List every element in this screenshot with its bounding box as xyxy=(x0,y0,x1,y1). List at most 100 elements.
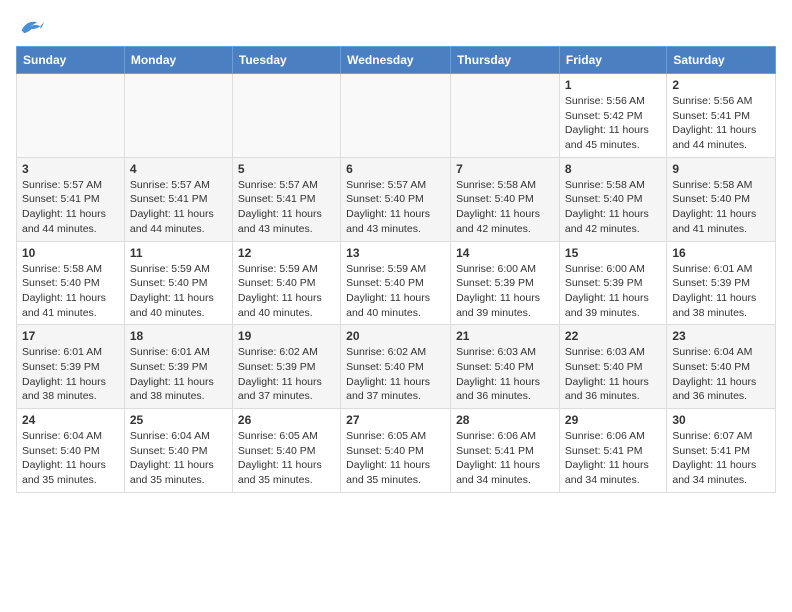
day-cell: 9 Sunrise: 5:58 AM Sunset: 5:40 PM Daylig… xyxy=(667,157,776,241)
header-cell-thursday: Thursday xyxy=(451,47,560,74)
day-cell: 11 Sunrise: 5:59 AM Sunset: 5:40 PM Dayli… xyxy=(124,241,232,325)
day-info: Sunrise: 6:03 AM Sunset: 5:40 PM Dayligh… xyxy=(456,345,554,404)
day-number: 12 xyxy=(238,246,335,260)
day-cell: 16 Sunrise: 6:01 AM Sunset: 5:39 PM Dayli… xyxy=(667,241,776,325)
day-info: Sunrise: 6:00 AM Sunset: 5:39 PM Dayligh… xyxy=(456,262,554,321)
header-cell-tuesday: Tuesday xyxy=(232,47,340,74)
header-cell-wednesday: Wednesday xyxy=(341,47,451,74)
week-row-3: 10 Sunrise: 5:58 AM Sunset: 5:40 PM Dayli… xyxy=(17,241,776,325)
day-info: Sunrise: 6:04 AM Sunset: 5:40 PM Dayligh… xyxy=(130,429,227,488)
day-info: Sunrise: 5:57 AM Sunset: 5:41 PM Dayligh… xyxy=(238,178,335,237)
day-number: 29 xyxy=(565,413,661,427)
day-info: Sunrise: 5:57 AM Sunset: 5:40 PM Dayligh… xyxy=(346,178,445,237)
day-cell: 8Sunrise: 5:58 AM Sunset: 5:40 PM Daylig… xyxy=(559,157,666,241)
day-number: 5 xyxy=(238,162,335,176)
day-number: 1 xyxy=(565,78,661,92)
day-cell: 30 Sunrise: 6:07 AM Sunset: 5:41 PM Dayli… xyxy=(667,409,776,493)
day-number: 22 xyxy=(565,329,661,343)
day-number: 16 xyxy=(672,246,770,260)
day-number: 9 xyxy=(672,162,770,176)
day-info: Sunrise: 5:57 AM Sunset: 5:41 PM Dayligh… xyxy=(22,178,119,237)
day-info: Sunrise: 5:58 AM Sunset: 5:40 PM Dayligh… xyxy=(456,178,554,237)
day-cell: 23 Sunrise: 6:04 AM Sunset: 5:40 PM Dayli… xyxy=(667,325,776,409)
calendar-table: SundayMondayTuesdayWednesdayThursdayFrid… xyxy=(16,46,776,493)
day-info: Sunrise: 6:05 AM Sunset: 5:40 PM Dayligh… xyxy=(346,429,445,488)
day-info: Sunrise: 6:00 AM Sunset: 5:39 PM Dayligh… xyxy=(565,262,661,321)
header-cell-sunday: Sunday xyxy=(17,47,125,74)
day-info: Sunrise: 6:01 AM Sunset: 5:39 PM Dayligh… xyxy=(130,345,227,404)
day-info: Sunrise: 6:03 AM Sunset: 5:40 PM Dayligh… xyxy=(565,345,661,404)
day-number: 3 xyxy=(22,162,119,176)
day-info: Sunrise: 5:59 AM Sunset: 5:40 PM Dayligh… xyxy=(130,262,227,321)
day-info: Sunrise: 6:07 AM Sunset: 5:41 PM Dayligh… xyxy=(672,429,770,488)
header-cell-saturday: Saturday xyxy=(667,47,776,74)
day-cell: 18 Sunrise: 6:01 AM Sunset: 5:39 PM Dayli… xyxy=(124,325,232,409)
day-cell: 26 Sunrise: 6:05 AM Sunset: 5:40 PM Dayli… xyxy=(232,409,340,493)
day-info: Sunrise: 5:56 AM Sunset: 5:42 PM Dayligh… xyxy=(565,94,661,153)
day-number: 26 xyxy=(238,413,335,427)
day-info: Sunrise: 5:58 AM Sunset: 5:40 PM Dayligh… xyxy=(565,178,661,237)
day-number: 10 xyxy=(22,246,119,260)
week-row-5: 24 Sunrise: 6:04 AM Sunset: 5:40 PM Dayli… xyxy=(17,409,776,493)
day-cell: 7 Sunrise: 5:58 AM Sunset: 5:40 PM Daylig… xyxy=(451,157,560,241)
day-info: Sunrise: 5:57 AM Sunset: 5:41 PM Dayligh… xyxy=(130,178,227,237)
day-info: Sunrise: 5:56 AM Sunset: 5:41 PM Dayligh… xyxy=(672,94,770,153)
day-info: Sunrise: 6:06 AM Sunset: 5:41 PM Dayligh… xyxy=(565,429,661,488)
week-row-4: 17Sunrise: 6:01 AM Sunset: 5:39 PM Dayli… xyxy=(17,325,776,409)
day-cell: 24 Sunrise: 6:04 AM Sunset: 5:40 PM Dayli… xyxy=(17,409,125,493)
day-number: 15 xyxy=(565,246,661,260)
day-cell: 15 Sunrise: 6:00 AM Sunset: 5:39 PM Dayli… xyxy=(559,241,666,325)
day-number: 4 xyxy=(130,162,227,176)
day-info: Sunrise: 6:01 AM Sunset: 5:39 PM Dayligh… xyxy=(22,345,119,404)
week-row-2: 3 Sunrise: 5:57 AM Sunset: 5:41 PM Daylig… xyxy=(17,157,776,241)
day-number: 23 xyxy=(672,329,770,343)
day-cell: 19 Sunrise: 6:02 AM Sunset: 5:39 PM Dayli… xyxy=(232,325,340,409)
day-number: 25 xyxy=(130,413,227,427)
day-info: Sunrise: 6:02 AM Sunset: 5:40 PM Dayligh… xyxy=(346,345,445,404)
day-info: Sunrise: 6:01 AM Sunset: 5:39 PM Dayligh… xyxy=(672,262,770,321)
day-cell: 13Sunrise: 5:59 AM Sunset: 5:40 PM Dayli… xyxy=(341,241,451,325)
day-cell: 20Sunrise: 6:02 AM Sunset: 5:40 PM Dayli… xyxy=(341,325,451,409)
day-cell: 6 Sunrise: 5:57 AM Sunset: 5:40 PM Daylig… xyxy=(341,157,451,241)
day-cell: 22 Sunrise: 6:03 AM Sunset: 5:40 PM Dayli… xyxy=(559,325,666,409)
day-info: Sunrise: 5:58 AM Sunset: 5:40 PM Dayligh… xyxy=(672,178,770,237)
day-cell: 21 Sunrise: 6:03 AM Sunset: 5:40 PM Dayli… xyxy=(451,325,560,409)
day-number: 7 xyxy=(456,162,554,176)
day-cell: 17Sunrise: 6:01 AM Sunset: 5:39 PM Dayli… xyxy=(17,325,125,409)
day-cell: 2 Sunrise: 5:56 AM Sunset: 5:41 PM Daylig… xyxy=(667,74,776,158)
header-row: SundayMondayTuesdayWednesdayThursdayFrid… xyxy=(17,47,776,74)
day-cell: 29 Sunrise: 6:06 AM Sunset: 5:41 PM Dayli… xyxy=(559,409,666,493)
day-number: 2 xyxy=(672,78,770,92)
calendar-body: 1 Sunrise: 5:56 AM Sunset: 5:42 PM Daylig… xyxy=(17,74,776,493)
day-number: 30 xyxy=(672,413,770,427)
day-cell xyxy=(451,74,560,158)
day-number: 18 xyxy=(130,329,227,343)
day-number: 24 xyxy=(22,413,119,427)
day-info: Sunrise: 6:05 AM Sunset: 5:40 PM Dayligh… xyxy=(238,429,335,488)
logo xyxy=(16,16,48,38)
day-number: 19 xyxy=(238,329,335,343)
day-number: 13 xyxy=(346,246,445,260)
day-info: Sunrise: 6:04 AM Sunset: 5:40 PM Dayligh… xyxy=(672,345,770,404)
header-cell-friday: Friday xyxy=(559,47,666,74)
header xyxy=(16,16,776,38)
logo-bird-icon xyxy=(16,16,44,38)
day-cell: 4 Sunrise: 5:57 AM Sunset: 5:41 PM Daylig… xyxy=(124,157,232,241)
day-info: Sunrise: 6:04 AM Sunset: 5:40 PM Dayligh… xyxy=(22,429,119,488)
day-info: Sunrise: 6:06 AM Sunset: 5:41 PM Dayligh… xyxy=(456,429,554,488)
day-number: 11 xyxy=(130,246,227,260)
day-cell xyxy=(17,74,125,158)
day-cell: 1 Sunrise: 5:56 AM Sunset: 5:42 PM Daylig… xyxy=(559,74,666,158)
day-number: 6 xyxy=(346,162,445,176)
day-cell: 28 Sunrise: 6:06 AM Sunset: 5:41 PM Dayli… xyxy=(451,409,560,493)
day-number: 28 xyxy=(456,413,554,427)
day-number: 21 xyxy=(456,329,554,343)
week-row-1: 1 Sunrise: 5:56 AM Sunset: 5:42 PM Daylig… xyxy=(17,74,776,158)
day-cell: 5 Sunrise: 5:57 AM Sunset: 5:41 PM Daylig… xyxy=(232,157,340,241)
day-cell: 14Sunrise: 6:00 AM Sunset: 5:39 PM Dayli… xyxy=(451,241,560,325)
day-cell: 3 Sunrise: 5:57 AM Sunset: 5:41 PM Daylig… xyxy=(17,157,125,241)
day-info: Sunrise: 6:02 AM Sunset: 5:39 PM Dayligh… xyxy=(238,345,335,404)
header-cell-monday: Monday xyxy=(124,47,232,74)
day-info: Sunrise: 5:58 AM Sunset: 5:40 PM Dayligh… xyxy=(22,262,119,321)
day-cell xyxy=(124,74,232,158)
